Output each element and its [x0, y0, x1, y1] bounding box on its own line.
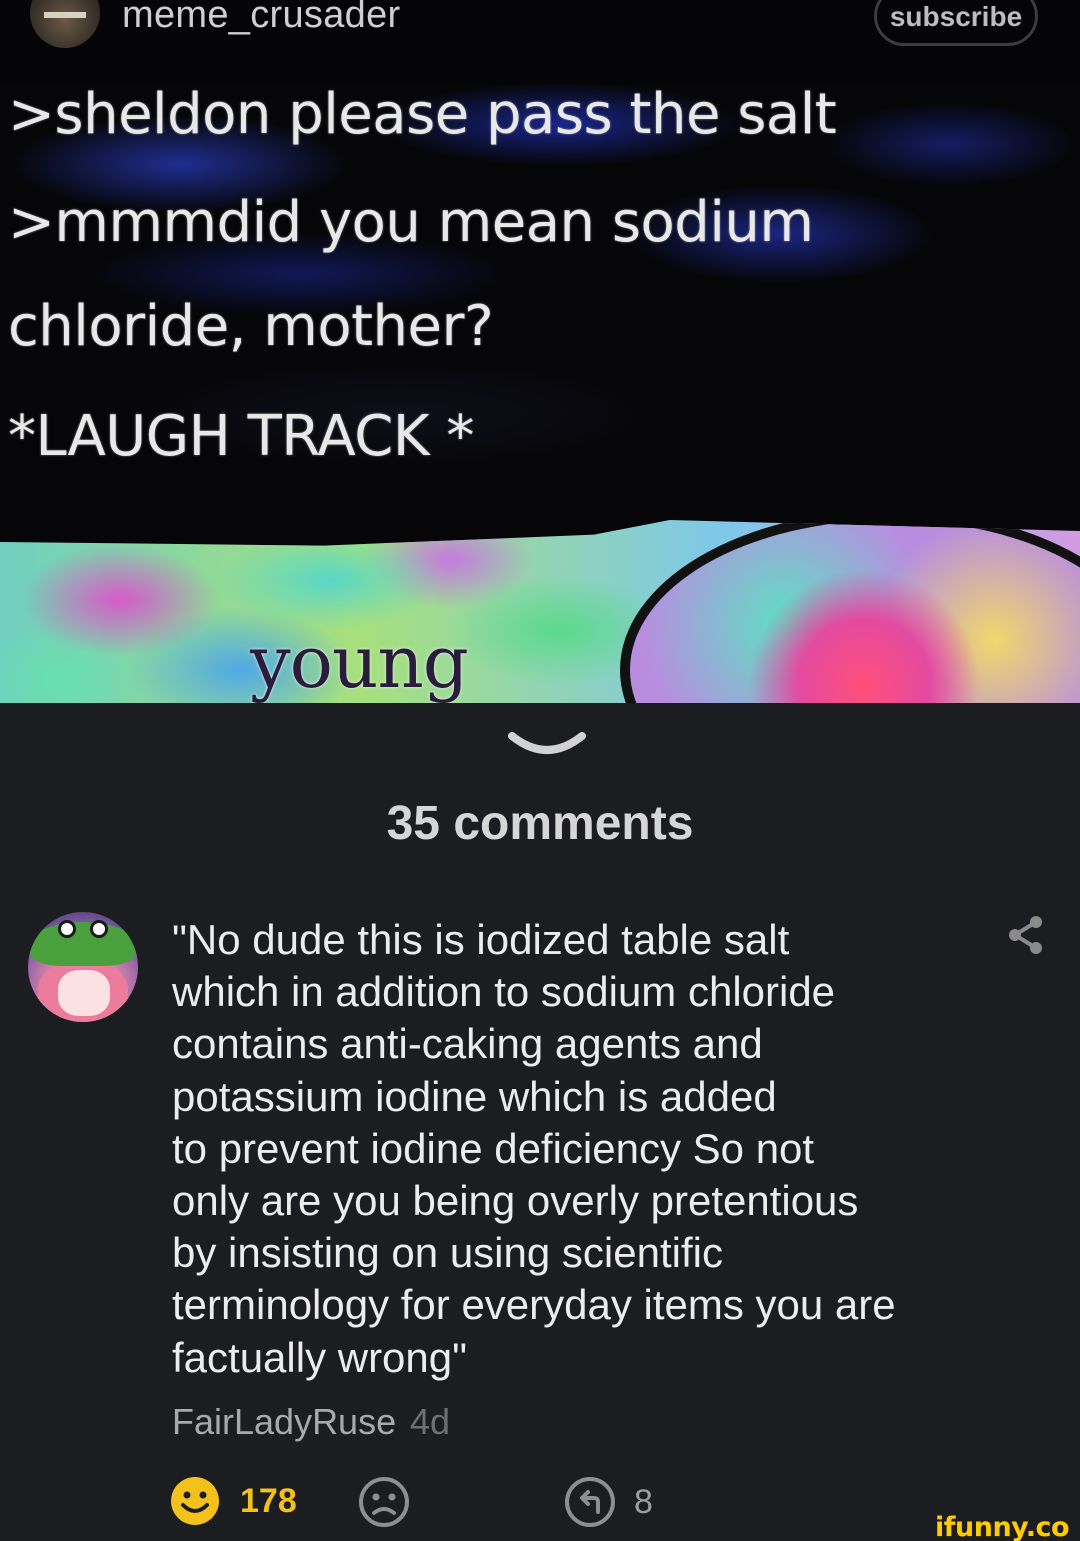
avatar[interactable]: [30, 0, 100, 48]
reply-button[interactable]: 8: [564, 1476, 653, 1528]
deep-fried-picture: young: [0, 520, 1080, 703]
meme-text-line: >mmmdid you mean sodium: [8, 190, 814, 255]
screen: >sheldon please pass the salt >mmmdid yo…: [0, 0, 1080, 1541]
subscribe-button[interactable]: subscribe: [874, 0, 1038, 46]
smile-button[interactable]: 178: [170, 1476, 297, 1526]
picture-caption: young: [250, 620, 469, 703]
ifunny-watermark: ifunny.co: [935, 1512, 1070, 1541]
post-header: meme_crusader subscribe: [0, 0, 1080, 60]
meme-image: >sheldon please pass the salt >mmmdid yo…: [0, 82, 1080, 544]
frown-icon: [359, 1477, 409, 1527]
face-picture: [620, 520, 1080, 703]
meme-post: >sheldon please pass the salt >mmmdid yo…: [0, 0, 1080, 703]
commenter-avatar[interactable]: [28, 912, 138, 1022]
smile-icon: [171, 1477, 219, 1525]
smile-count: 178: [240, 1481, 297, 1520]
chevron-down-icon[interactable]: [508, 730, 586, 764]
comment-author[interactable]: FairLadyRuse: [172, 1401, 396, 1443]
comment-text: "No dude this is iodized table salt whic…: [172, 916, 896, 1381]
username[interactable]: meme_crusader: [122, 0, 400, 37]
meme-text-line: chloride, mother?: [8, 294, 494, 359]
meme-text-line: *LAUGH TRACK *: [8, 404, 474, 469]
comment-age: 4d: [410, 1401, 451, 1442]
reply-icon: [565, 1477, 615, 1527]
unsmile-button[interactable]: [358, 1476, 410, 1528]
reply-count: 8: [634, 1482, 653, 1521]
meme-text-line: >sheldon please pass the salt: [8, 82, 837, 147]
share-icon[interactable]: [1006, 914, 1046, 956]
comments-count: 35 comments: [386, 797, 694, 850]
